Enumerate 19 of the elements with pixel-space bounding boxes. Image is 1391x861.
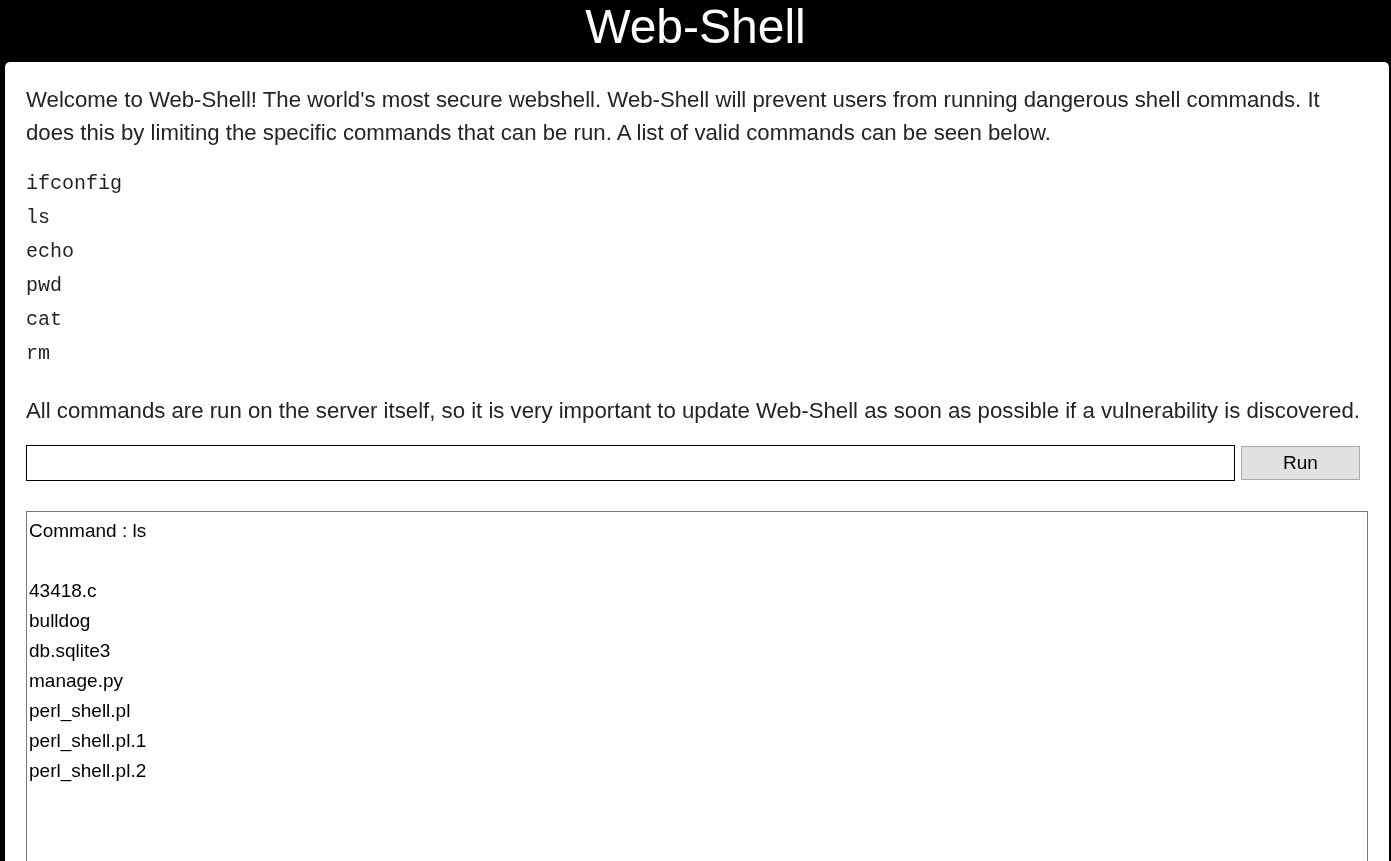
file-name-text: manage.py	[29, 669, 123, 693]
file-name-text: db.sqlite3	[29, 639, 111, 663]
file-name-text: perl_shell.pl.1	[29, 729, 147, 754]
command-name: pwd	[26, 273, 62, 299]
file-name-text: perl_shell.pl.2	[29, 759, 147, 784]
intro-paragraph: Welcome to Web-Shell! The world's most secure webshell. Web-Shell will prevent users from running dangerous shell commands. It does this by limiting the specific commands that can be run. A list of valid commands can be seen below.	[26, 86, 1321, 147]
command-name: rm	[26, 341, 50, 367]
command-name: echo	[26, 239, 74, 265]
warning-paragraph: All commands are run on the server itself, so it is very important to update Web-Shell as soon as possible if a vulnerability is discovered.	[26, 397, 1361, 425]
command-echo-text: Command : ls	[29, 519, 147, 543]
file-name-text: perl_shell.pl	[29, 699, 131, 724]
page-title: Web-Shell	[585, 0, 806, 54]
command-input-field[interactable]	[26, 445, 1235, 481]
file-name-text: 43418.c	[29, 579, 97, 603]
command-name: ifconfig	[26, 171, 122, 197]
command-name: cat	[26, 307, 62, 333]
file-name-text: bulldog	[29, 609, 91, 633]
run-button[interactable]: Run	[1241, 446, 1360, 480]
command-name: ls	[26, 205, 50, 231]
